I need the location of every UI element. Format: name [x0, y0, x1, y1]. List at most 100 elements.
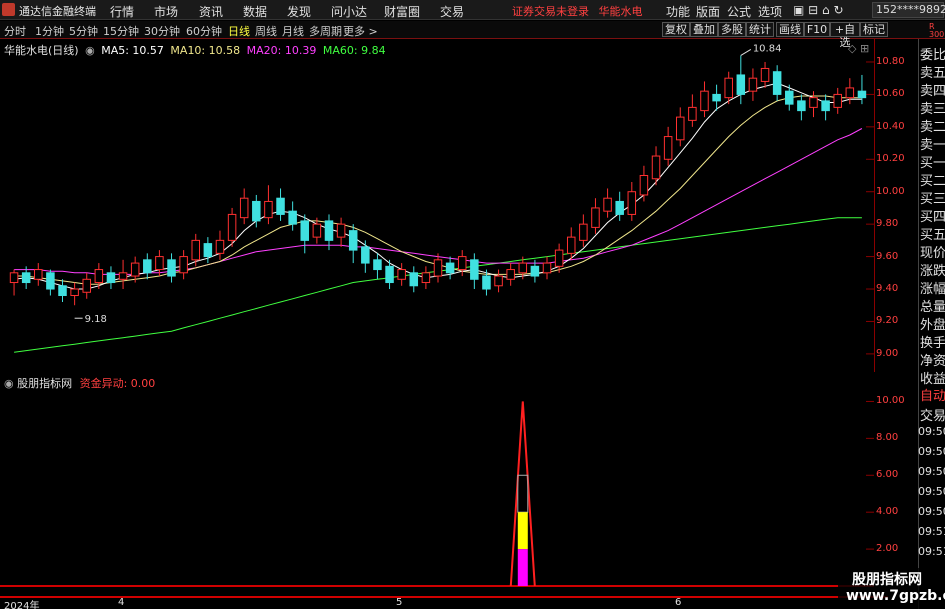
sidebar-item[interactable]: 涨跌 — [920, 260, 945, 279]
candle-up — [118, 272, 128, 280]
sidebar-collapse-icon[interactable]: R 300 — [929, 23, 944, 39]
chart-title: 华能水电(日线) — [4, 44, 79, 57]
candle-up — [34, 269, 43, 280]
period-30min[interactable]: 30分钟 — [144, 23, 180, 39]
period-1min[interactable]: 1分钟 — [35, 23, 64, 39]
sidebar-item[interactable]: 买五 — [920, 224, 945, 243]
huaxian-button[interactable]: 画线 — [776, 22, 804, 37]
menu-wenxiaoda[interactable]: 问小达 — [331, 3, 367, 20]
ma5-legend: MA5: 10.57 — [101, 44, 164, 57]
candle-up — [130, 262, 140, 277]
indicator-source: 股朋指标网 — [17, 377, 73, 390]
candle-up — [639, 174, 649, 196]
candle-down — [203, 243, 213, 258]
duogu-button[interactable]: 多股 — [718, 22, 746, 37]
candle-up — [663, 136, 673, 160]
period-multi[interactable]: 多周期 — [309, 23, 342, 39]
menu-shuju[interactable]: 数据 — [243, 3, 267, 20]
sidebar-item[interactable]: 净资 — [920, 350, 945, 369]
user-account-button[interactable]: 152****9892 — [872, 2, 945, 18]
window-icons[interactable]: ▣ ⊟ ⌂ ↻ — [793, 3, 844, 17]
sidebar-item[interactable]: 卖一 — [920, 134, 945, 153]
biaoji-button[interactable]: 标记 — [860, 22, 888, 37]
menu-faxian[interactable]: 发现 — [287, 3, 311, 20]
indicator-settings-icon[interactable]: ◉ — [4, 377, 14, 390]
period-60min[interactable]: 60分钟 — [186, 23, 222, 39]
ma10-legend: MA10: 10.58 — [170, 44, 241, 57]
menu-caifuquan[interactable]: 财富圈 — [384, 3, 420, 20]
candle-up — [155, 256, 164, 271]
period-5min[interactable]: 5分钟 — [69, 23, 98, 39]
candle-up — [542, 262, 552, 274]
menu-gongshi[interactable]: 公式 — [727, 3, 751, 20]
app-logo-icon — [2, 3, 15, 16]
sidebar-trade-item[interactable]: 自动 — [920, 385, 945, 404]
time-axis — [0, 596, 888, 609]
sidebar-item[interactable]: 卖二 — [920, 116, 945, 135]
candle-up — [675, 116, 685, 141]
sidebar-item[interactable]: 卖四 — [920, 80, 945, 99]
period-weekly[interactable]: 周线 — [255, 23, 277, 39]
stock-link[interactable]: 华能水电 — [599, 5, 643, 18]
price-label: 9.60 — [876, 250, 899, 262]
sidebar-time: 09:51 — [918, 545, 945, 558]
sidebar-item[interactable]: 买四 — [920, 206, 945, 225]
period-15min[interactable]: 15分钟 — [103, 23, 139, 39]
f10-button[interactable]: F10 — [804, 22, 830, 37]
menu-gongneng[interactable]: 功能 — [666, 3, 690, 20]
candle-up — [809, 97, 818, 108]
menu-hangqing[interactable]: 行情 — [110, 3, 134, 20]
sidebar-item[interactable]: 委比 — [920, 44, 945, 63]
low-price-label: 9.18 — [85, 314, 107, 325]
candle-down — [143, 259, 152, 274]
sidebar-item[interactable]: 现价 — [920, 242, 945, 261]
sidebar-time: 09:50 — [918, 505, 945, 518]
menu-jiaoyi[interactable]: 交易 — [440, 3, 464, 20]
candle-up — [833, 93, 842, 108]
period-monthly[interactable]: 月线 — [282, 23, 304, 39]
menubar: 通达信金融终端 行情 市场 资讯 数据 发现 问小达 财富圈 交易 证券交易未登… — [0, 0, 945, 20]
chart-header: 华能水电(日线) ◉ MA5: 10.57 MA10: 10.58 MA20: … — [4, 42, 386, 58]
sidebar-trade-item[interactable]: 交易 — [920, 405, 945, 424]
price-label: 10.60 — [876, 88, 905, 100]
candle-up — [94, 269, 104, 284]
candle-down — [58, 285, 67, 297]
candle-down — [288, 210, 297, 225]
menu-xuanxiang[interactable]: 选项 — [758, 3, 782, 20]
menu-banmian[interactable]: 版面 — [696, 3, 720, 20]
broker-status-text: 证券交易未登录 — [512, 5, 589, 18]
candle-down — [385, 265, 394, 284]
indicator-chart[interactable] — [0, 373, 874, 596]
sidebar-item[interactable]: 涨幅 — [920, 278, 945, 297]
period-daily[interactable]: 日线 — [228, 23, 250, 39]
candlestick-chart[interactable]: 10.84 9.18 — [0, 39, 874, 372]
candle-up — [506, 269, 515, 280]
candle-down — [482, 275, 491, 290]
ma60-legend: MA60: 9.84 — [322, 44, 386, 57]
broker-status[interactable]: 证券交易未登录 华能水电 — [512, 3, 643, 19]
settings-icon[interactable]: ◉ — [85, 44, 95, 57]
sidebar-item[interactable]: 卖五 — [920, 62, 945, 81]
candle-down — [361, 246, 370, 264]
candle-down — [276, 197, 285, 215]
sidebar-item[interactable]: 买三 — [920, 188, 945, 207]
period-more[interactable]: 更多 > — [343, 23, 378, 39]
add-watchlist-button[interactable]: +自选 — [830, 22, 860, 49]
candle-up — [264, 200, 273, 219]
menu-shichang[interactable]: 市场 — [154, 3, 178, 20]
period-fenshi[interactable]: 分时 — [4, 23, 26, 39]
candle-down — [252, 200, 261, 222]
chart-options-icon[interactable]: ◇ ⊞ — [848, 42, 869, 55]
sidebar-item[interactable]: 总量 — [920, 296, 945, 315]
tongji-button[interactable]: 统计 — [746, 22, 774, 37]
menu-zixun[interactable]: 资讯 — [199, 3, 223, 20]
candle-up — [651, 155, 661, 180]
sidebar-item[interactable]: 换手 — [920, 332, 945, 351]
diejia-button[interactable]: 叠加 — [690, 22, 718, 37]
fuquan-button[interactable]: 复权 — [662, 22, 690, 37]
sidebar-item[interactable]: 买一 — [920, 152, 945, 171]
sidebar-item[interactable]: 卖三 — [920, 98, 945, 117]
candle-up — [421, 272, 431, 284]
sidebar-item[interactable]: 外盘 — [920, 314, 945, 333]
sidebar-item[interactable]: 买二 — [920, 170, 945, 189]
